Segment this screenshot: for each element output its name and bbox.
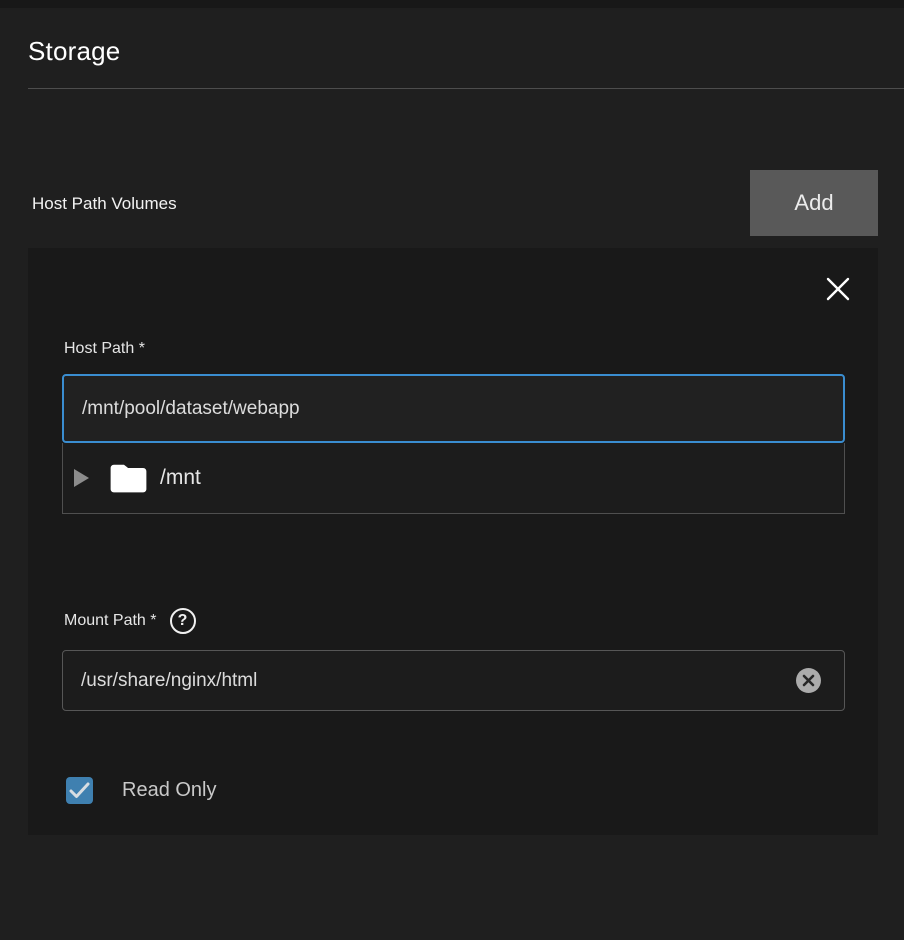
- close-button[interactable]: [822, 273, 854, 305]
- read-only-row: Read Only: [66, 777, 217, 804]
- expand-arrow-icon[interactable]: [74, 469, 89, 487]
- clear-x-icon: [802, 674, 815, 687]
- title-divider: [28, 88, 904, 89]
- checkmark-icon: [69, 782, 90, 799]
- folder-icon: [109, 462, 148, 495]
- mount-path-label: Mount Path *: [64, 612, 157, 630]
- read-only-checkbox[interactable]: [66, 777, 93, 804]
- host-path-volume-card: Host Path * /mnt Mount Path * ?: [28, 248, 878, 835]
- host-path-volumes-label: Host Path Volumes: [32, 194, 177, 214]
- mount-path-input[interactable]: [63, 651, 844, 710]
- add-volume-button[interactable]: Add: [750, 170, 878, 236]
- close-icon: [823, 274, 853, 304]
- read-only-label: Read Only: [122, 779, 217, 802]
- mount-path-field: [62, 650, 845, 711]
- help-icon[interactable]: ?: [170, 608, 196, 634]
- clear-input-button[interactable]: [796, 668, 821, 693]
- page-title: Storage: [28, 36, 120, 67]
- tree-item-label[interactable]: /mnt: [160, 466, 201, 490]
- host-path-tree: /mnt: [62, 443, 845, 514]
- top-shade: [0, 0, 904, 8]
- host-path-input[interactable]: [62, 374, 845, 443]
- host-path-label: Host Path *: [64, 340, 145, 358]
